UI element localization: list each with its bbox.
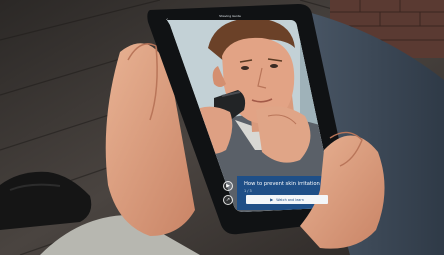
photo-illustration	[0, 0, 444, 255]
back-chevron-icon[interactable]: ‹	[166, 17, 168, 23]
watch-button[interactable]: ▶ Watch and learn	[246, 195, 328, 204]
photo-scene: ‹ Shaving Guide ▶ ↗ How to prevent skin …	[0, 0, 444, 255]
watch-button-label: Watch and learn	[276, 197, 304, 202]
screen-title: Shaving Guide	[219, 14, 241, 18]
caption-title: How to prevent skin irritation	[244, 181, 320, 187]
video-icon[interactable]: ▶	[223, 181, 233, 191]
caption-step: 1 / 3	[244, 189, 252, 193]
share-icon[interactable]: ↗	[223, 195, 233, 205]
play-icon: ▶	[270, 197, 274, 202]
